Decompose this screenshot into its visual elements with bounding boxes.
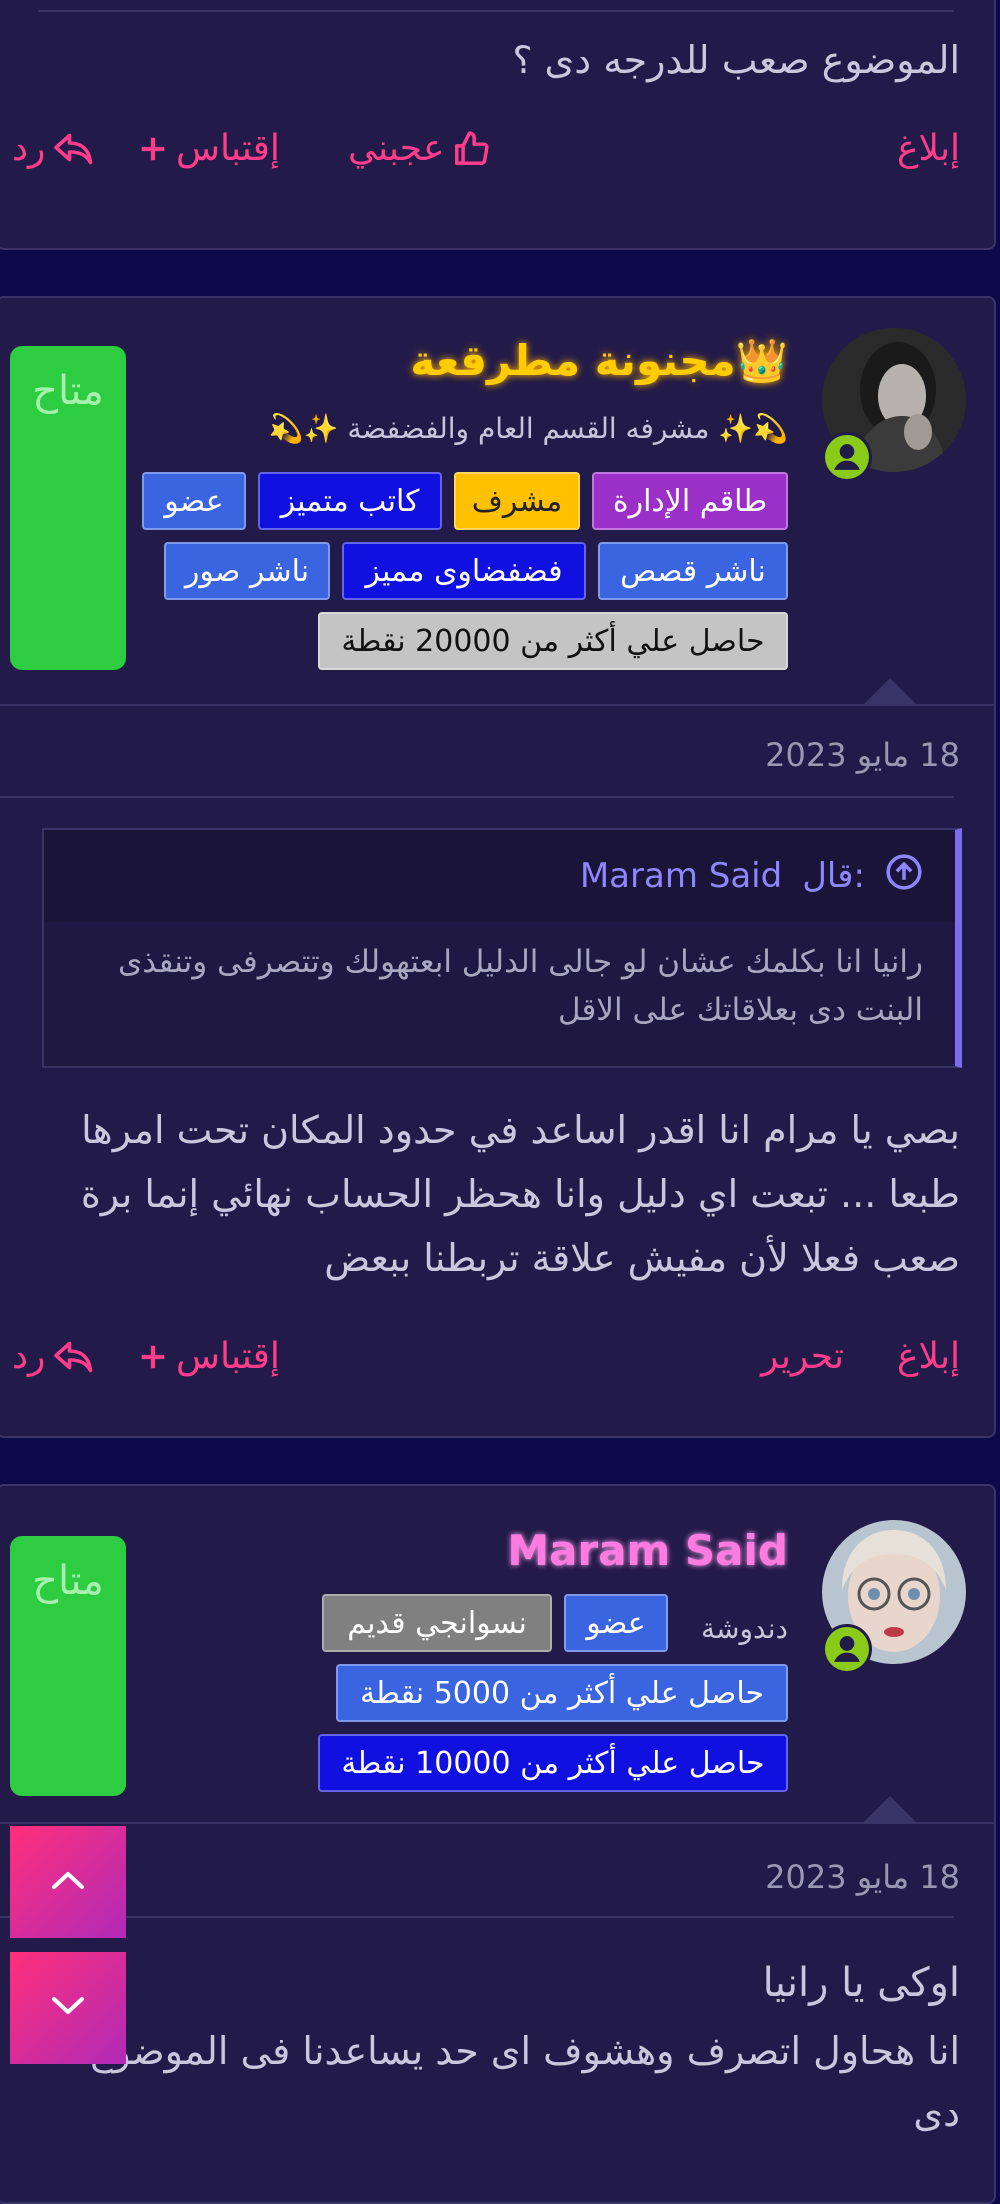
badge-distinguished-writer: كاتب متميز [258, 472, 442, 530]
badge-moderator: مشرف [454, 472, 580, 530]
report-label: إبلاغ [897, 1336, 960, 1377]
quote-label: إقتباس [176, 128, 280, 169]
reply-button[interactable]: رد [12, 128, 95, 169]
quote-said: قال: [802, 856, 865, 896]
reply-icon [53, 1339, 95, 1375]
like-icon [452, 130, 490, 168]
reply-button[interactable]: رد [12, 1336, 95, 1377]
reply-label: رد [12, 1336, 46, 1377]
post-actions: إبلاغ تحرير إقتباس رد [0, 1336, 994, 1396]
post-actions: إبلاغ عجبني إقتباس رد [0, 128, 994, 188]
post-message-line-1: اوكى يا رانيا [762, 1960, 960, 2006]
plus-icon [138, 1342, 168, 1372]
author-title: 💫✨ مشرفه القسم العام والفضفضة ✨💫 [268, 412, 788, 445]
user-online-icon [822, 432, 872, 482]
scroll-up-button[interactable] [10, 1826, 126, 1938]
badge-veteran: نسوانجي قديم [322, 1594, 552, 1652]
badge-member: عضو [142, 472, 246, 530]
badge-points-20000: حاصل علي أكثر من 20000 نقطة [318, 612, 788, 670]
report-link[interactable]: إبلاغ [897, 1336, 960, 1377]
status-badge: متاح [10, 1536, 126, 1796]
post-date[interactable]: 18 مايو 2023 [765, 1858, 960, 1896]
author-header: 👑مجنونة مطرقعة 💫✨ مشرفه القسم العام والف… [0, 298, 994, 698]
author-name[interactable]: Maram Said [507, 1526, 788, 1575]
badge-points-5000: حاصل علي أكثر من 5000 نقطة [336, 1664, 788, 1722]
pointer-notch [864, 678, 916, 704]
edit-link[interactable]: تحرير [761, 1336, 844, 1377]
divider [0, 796, 954, 798]
post-message-line-2: انا هحاول اتصرف وهشوف اى حد يساعدنا فى ا… [90, 2029, 960, 2135]
quote-text: رانيا انا بكلمك عشان لو جالى الدليل ابعت… [118, 944, 923, 1028]
status-badge: متاح [10, 346, 126, 670]
badge-member: عضو [564, 1594, 668, 1652]
post-3: Maram Said دندوشة عضو نسوانجي قديم حاصل … [0, 1484, 996, 2204]
quote-label: إقتباس [176, 1336, 280, 1377]
like-button[interactable]: عجبني [348, 128, 490, 169]
scroll-down-button[interactable] [10, 1952, 126, 2064]
plus-icon [138, 134, 168, 164]
arrow-up-circle-icon[interactable] [885, 853, 923, 900]
post-message: الموضوع صعب للدرجه دى ؟ [512, 38, 960, 82]
post-date[interactable]: 18 مايو 2023 [765, 736, 960, 774]
badge-points-10000: حاصل علي أكثر من 10000 نقطة [318, 1734, 788, 1792]
pointer-notch [864, 1796, 916, 1822]
badge-photos-publisher: ناشر صور [164, 542, 330, 600]
quote-header[interactable]: Maram Said قال: [44, 830, 955, 922]
chevron-up-icon [48, 1867, 88, 1897]
quote-author: Maram Said [579, 856, 783, 896]
post-message: بصي يا مرام انا اقدر اساعد في حدود المكا… [80, 1108, 960, 1280]
divider [0, 704, 994, 706]
like-label: عجبني [348, 128, 445, 169]
post-2: 👑مجنونة مطرقعة 💫✨ مشرفه القسم العام والف… [0, 296, 996, 1438]
reply-icon [53, 131, 95, 167]
chevron-down-icon [48, 1993, 88, 2023]
user-online-icon [822, 1624, 872, 1674]
quote-button[interactable]: إقتباس [138, 128, 280, 169]
badge-stories-publisher: ناشر قصص [598, 542, 788, 600]
report-label: إبلاغ [897, 128, 960, 169]
badge-venting-distinguished: فضفضاوى مميز [342, 542, 586, 600]
divider [0, 1916, 954, 1918]
quote-button[interactable]: إقتباس [138, 1336, 280, 1377]
badge-admin-staff: طاقم الإدارة [592, 472, 788, 530]
author-title: دندوشة [701, 1612, 788, 1645]
quote-block: Maram Said قال: رانيا انا بكلمك عشان لو … [42, 828, 962, 1068]
report-link[interactable]: إبلاغ [897, 128, 960, 169]
divider [0, 1822, 994, 1824]
divider [38, 10, 954, 12]
reply-label: رد [12, 128, 46, 169]
edit-label: تحرير [760, 1336, 844, 1377]
post-1: الموضوع صعب للدرجه دى ؟ إبلاغ عجبني إقتب… [0, 0, 996, 250]
author-name[interactable]: 👑مجنونة مطرقعة [410, 336, 788, 386]
